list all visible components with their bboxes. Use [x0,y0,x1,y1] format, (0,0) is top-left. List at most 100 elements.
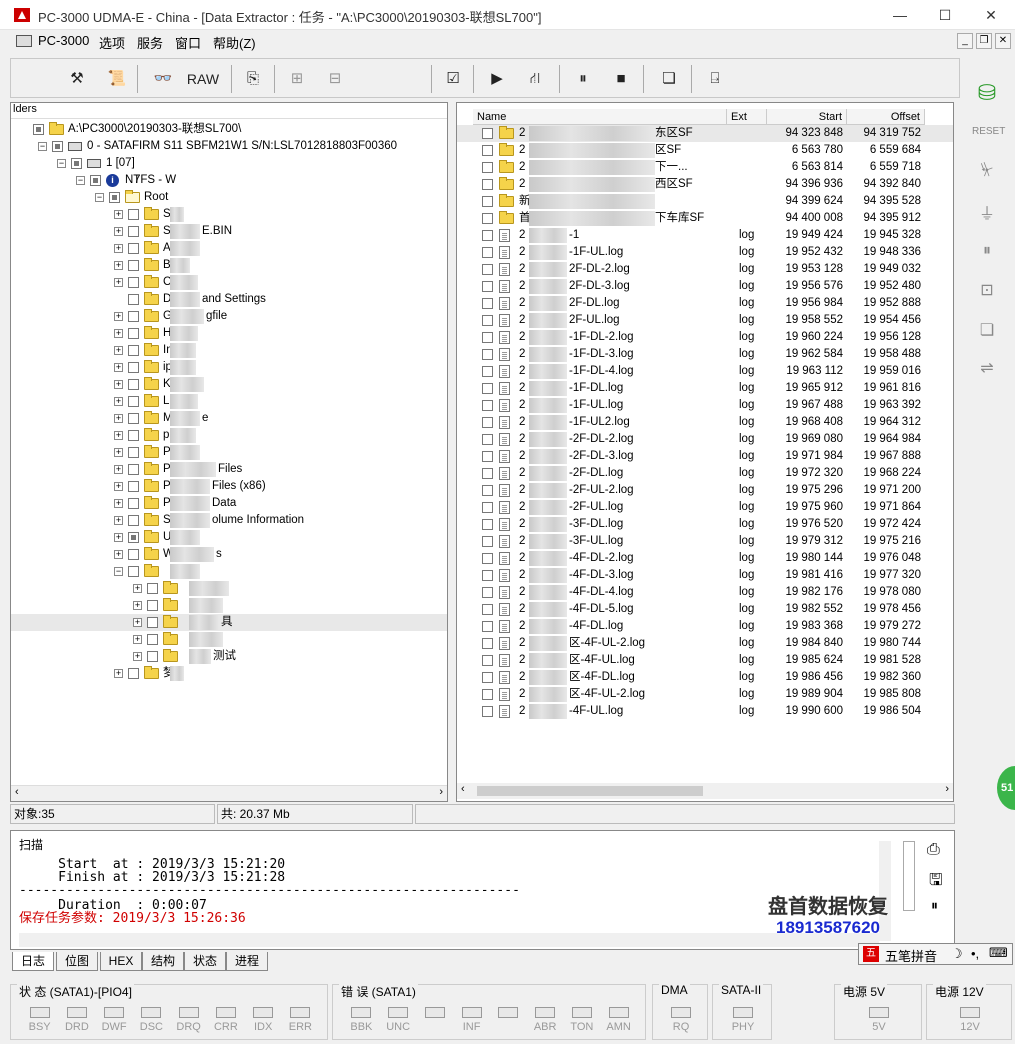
list-row[interactable]: 2 下一... 6 563 814 6 559 718 [457,159,953,176]
tree-row[interactable]: + [11,631,447,648]
cable-icon[interactable]: ⇌ [972,358,1002,384]
expand-toggle-icon[interactable]: + [114,397,123,406]
row-checkbox[interactable] [482,230,493,241]
expand-toggle-icon[interactable]: + [114,499,123,508]
tree-row[interactable]: + H [11,325,447,342]
log-horizontal-scrollbar[interactable] [19,933,879,947]
tree-row[interactable]: + P Files [11,461,447,478]
tree-row[interactable]: + S E.BIN [11,223,447,240]
row-checkbox[interactable] [128,532,139,543]
expand-toggle-icon[interactable]: − [114,567,123,576]
tree-row[interactable]: + 梦 [11,665,447,682]
row-checkbox[interactable] [128,498,139,509]
list-row[interactable]: 2 -1 log 19 949 424 19 945 328 [457,227,953,244]
plug-icon[interactable]: ⏚ [972,200,1002,226]
list-row[interactable]: 2 -1F-UL2.log log 19 968 408 19 964 312 [457,414,953,431]
tree-row[interactable]: + U [11,529,447,546]
row-checkbox[interactable] [128,481,139,492]
list-row[interactable]: 2 -4F-DL-2.log log 19 980 144 19 976 048 [457,550,953,567]
list-row[interactable]: 2 区-4F-UL-2.log log 19 984 840 19 980 744 [457,635,953,652]
tree-row[interactable]: + p [11,427,447,444]
list-row[interactable]: 2 -1F-DL-2.log log 19 960 224 19 956 128 [457,329,953,346]
row-checkbox[interactable] [52,141,63,152]
ime-label[interactable]: 五笔拼音 [885,946,937,965]
list-row[interactable]: 首下车库SF 94 400 008 94 395 912 [457,210,953,227]
binoculars-icon[interactable]: 👓 [149,67,177,91]
tree-row[interactable]: − Root [11,189,447,206]
expand-toggle-icon[interactable]: + [114,465,123,474]
row-checkbox[interactable] [482,672,493,683]
list-row[interactable]: 2 -2F-UL-2.log log 19 975 296 19 971 200 [457,482,953,499]
row-checkbox[interactable] [128,277,139,288]
expand-toggle-icon[interactable]: + [114,431,123,440]
tree-row[interactable]: + 测试 [11,648,447,665]
row-checkbox[interactable] [71,158,82,169]
expand-toggle-icon[interactable]: + [133,618,142,627]
row-checkbox[interactable] [482,502,493,513]
row-checkbox[interactable] [482,196,493,207]
row-checkbox[interactable] [482,451,493,462]
file-list-panel[interactable]: Name Ext Start Offset 2 东区SF 94 323 848 94 … [456,102,954,802]
row-checkbox[interactable] [128,430,139,441]
tree-row[interactable]: + [11,580,447,597]
tree-row[interactable]: + [11,597,447,614]
maximize-button[interactable]: ☐ [922,0,968,30]
row-checkbox[interactable] [482,638,493,649]
row-checkbox[interactable] [482,434,493,445]
tree-row[interactable]: + K [11,376,447,393]
expand-toggle-icon[interactable]: + [114,329,123,338]
row-checkbox[interactable] [128,226,139,237]
expand-toggle-icon[interactable]: − [38,142,47,151]
row-checkbox[interactable] [128,294,139,305]
tree-row[interactable]: + L [11,393,447,410]
expand-toggle-icon[interactable]: + [133,584,142,593]
column-header-start[interactable]: Start [767,109,847,125]
tree-collapse-icon[interactable]: ⊟ [321,67,349,91]
expand-toggle-icon[interactable]: + [114,278,123,287]
play-icon[interactable]: ▶ [483,67,511,91]
list-row[interactable]: 2 -2F-DL.log log 19 972 320 19 968 224 [457,465,953,482]
row-checkbox[interactable] [147,634,158,645]
list-row[interactable]: 2 西区SF 94 396 936 94 392 840 [457,176,953,193]
mdi-close-button[interactable]: ✕ [995,33,1011,49]
menu-help[interactable]: 帮助(Z) [213,33,256,52]
expand-toggle-icon[interactable]: + [114,448,123,457]
exit-icon[interactable]: ⍈ [701,67,729,91]
notification-badge[interactable]: 51 [997,766,1015,810]
row-checkbox[interactable] [109,192,120,203]
expand-toggle-icon[interactable]: + [133,652,142,661]
tab-status[interactable]: 状态 [184,952,226,971]
row-checkbox[interactable] [33,124,44,135]
expand-toggle-icon[interactable]: + [114,380,123,389]
list-row[interactable]: 2 -2F-DL-2.log log 19 969 080 19 964 984 [457,431,953,448]
menu-service[interactable]: 服务 [137,33,163,52]
tree-row[interactable]: + 具 [11,614,447,631]
menu-options[interactable]: 选项 [99,33,125,52]
row-checkbox[interactable] [128,396,139,407]
row-checkbox[interactable] [128,209,139,220]
tab-bitmap[interactable]: 位图 [56,952,98,971]
tree-row[interactable]: − i NTFS - W7 [11,172,447,189]
expand-toggle-icon[interactable]: + [114,346,123,355]
row-checkbox[interactable] [128,515,139,526]
menu-window[interactable]: 窗口 [175,33,201,52]
list-row[interactable]: 2 -3F-DL.log log 19 976 520 19 972 424 [457,516,953,533]
scroll-right-icon[interactable]: › [945,783,949,795]
row-checkbox[interactable] [482,536,493,547]
row-checkbox[interactable] [482,298,493,309]
row-checkbox[interactable] [128,243,139,254]
column-header-offset[interactable]: Offset [847,109,925,125]
row-checkbox[interactable] [482,604,493,615]
row-checkbox[interactable] [128,362,139,373]
tree-row[interactable]: + Ws [11,546,447,563]
column-header-ext[interactable]: Ext [727,109,767,125]
list-row[interactable]: 2 -1F-UL.log log 19 952 432 19 948 336 [457,244,953,261]
list-row[interactable]: 2 -2F-UL.log log 19 975 960 19 971 864 [457,499,953,516]
tree-row[interactable]: + C [11,274,447,291]
list-row[interactable]: 2 区-4F-UL-2.log log 19 989 904 19 985 808 [457,686,953,703]
save-log-icon[interactable]: ⎙ [927,841,940,859]
tree-row[interactable]: −A:\PC3000\20190303-联想SL700\ [11,121,447,138]
close-button[interactable]: ✕ [968,0,1014,30]
row-checkbox[interactable] [482,621,493,632]
tree-row[interactable]: − 1 [07] [11,155,447,172]
